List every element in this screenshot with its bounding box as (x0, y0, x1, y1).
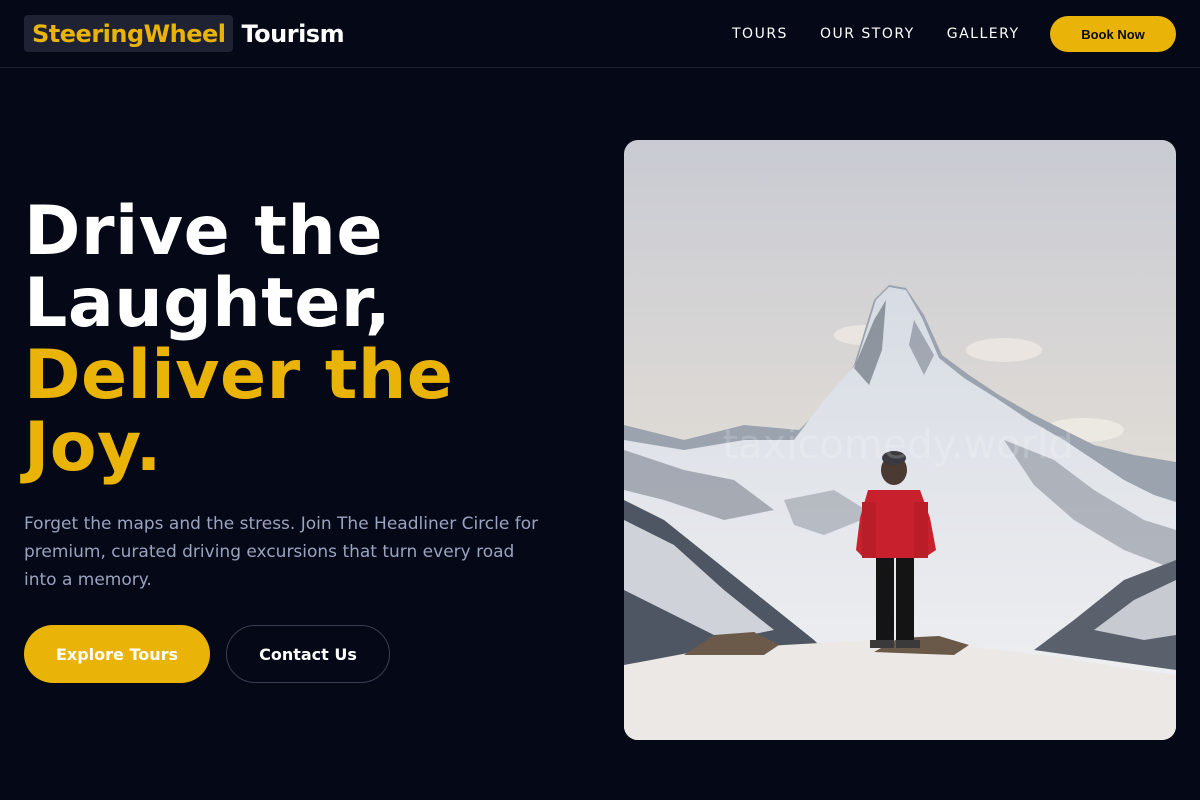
brand-logo-highlight: SteeringWheel (24, 15, 234, 52)
explore-tours-button[interactable]: Explore Tours (24, 625, 210, 683)
nav-item-gallery[interactable]: GALLERY (947, 26, 1020, 42)
image-watermark: taxicomedy.world (722, 422, 1073, 468)
contact-us-button[interactable]: Contact Us (226, 625, 390, 683)
hero-title-line: Laughter, (24, 264, 392, 343)
brand-logo[interactable]: SteeringWheel Tourism (24, 15, 345, 52)
top-navigation-bar: SteeringWheel Tourism TOURS OUR STORY GA… (0, 0, 1200, 68)
mountain-hiker-photo: taxicomedy.world (624, 140, 1176, 740)
hero-title: Drive the Laughter, Deliver the Joy. (24, 196, 453, 484)
hero-title-line: Drive the (24, 192, 383, 271)
hero-title-accent-line: Joy. (24, 408, 162, 487)
nav-item-our-story[interactable]: OUR STORY (820, 26, 915, 42)
hero-subtitle: Forget the maps and the stress. Join The… (24, 514, 539, 590)
main-nav: TOURS OUR STORY GALLERY (732, 26, 1052, 42)
hero-image: taxicomedy.world (624, 140, 1176, 740)
nav-item-tours[interactable]: TOURS (732, 26, 788, 42)
brand-logo-word: Tourism (241, 19, 345, 48)
hero-title-accent-line: Deliver the (24, 336, 454, 415)
book-now-button[interactable]: Book Now (1050, 16, 1176, 52)
